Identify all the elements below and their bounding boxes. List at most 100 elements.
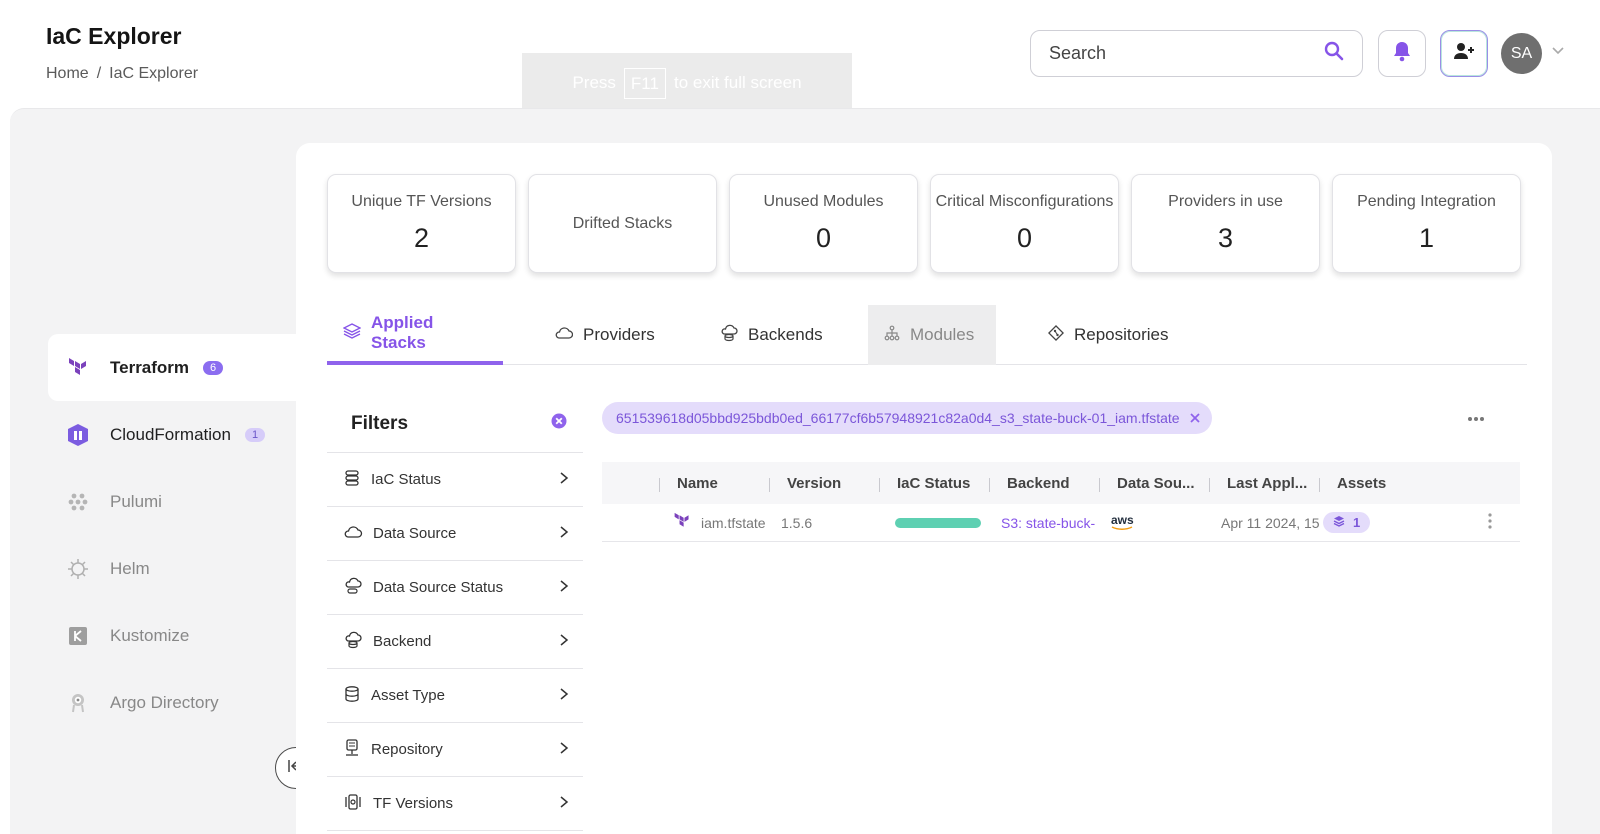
search-input[interactable] bbox=[1049, 43, 1324, 64]
cloud-icon bbox=[343, 524, 363, 544]
sidebar-item-kustomize[interactable]: Kustomize bbox=[48, 602, 296, 669]
stat-card-critical-misconfigurations[interactable]: Critical Misconfigurations 0 bbox=[930, 174, 1119, 273]
stat-label: Pending Integration bbox=[1357, 193, 1496, 210]
filter-tf-versions[interactable]: TF Versions bbox=[327, 777, 583, 831]
cloudformation-icon bbox=[66, 423, 90, 447]
column-header-assets[interactable]: Assets bbox=[1319, 475, 1459, 492]
cloud-icon bbox=[555, 325, 574, 345]
assets-pill[interactable]: 1 bbox=[1323, 512, 1371, 533]
terraform-icon bbox=[66, 356, 90, 380]
helm-icon bbox=[66, 557, 90, 581]
sidebar-item-cloudformation[interactable]: CloudFormation 1 bbox=[48, 401, 296, 468]
search-icon[interactable] bbox=[1324, 41, 1344, 66]
tab-backends[interactable]: Backends bbox=[668, 305, 868, 365]
count-badge: 1 bbox=[244, 427, 266, 442]
cell-name: iam.tfstate bbox=[659, 512, 769, 533]
sidebar-item-label: Pulumi bbox=[110, 491, 162, 511]
tab-repositories[interactable]: Repositories bbox=[996, 305, 1196, 365]
stat-card-tf-versions[interactable]: Unique TF Versions 2 bbox=[327, 174, 516, 273]
search-box bbox=[1030, 30, 1363, 77]
stat-card-providers[interactable]: Providers in use 3 bbox=[1131, 174, 1320, 273]
tab-modules[interactable]: Modules bbox=[868, 305, 996, 365]
stat-card-unused-modules[interactable]: Unused Modules 0 bbox=[729, 174, 918, 273]
filter-label: Repository bbox=[371, 741, 443, 758]
git-icon bbox=[1048, 324, 1064, 346]
chevron-right-icon bbox=[559, 633, 569, 651]
stat-label: Unused Modules bbox=[763, 193, 884, 210]
filter-label: Backend bbox=[373, 633, 432, 650]
layers-icon bbox=[342, 322, 362, 344]
close-icon[interactable] bbox=[1189, 410, 1200, 426]
toast-prefix: Press bbox=[572, 73, 616, 92]
cell-last-applied: Apr 11 2024, 15 bbox=[1221, 514, 1319, 531]
column-header-backend[interactable]: Backend bbox=[989, 475, 1099, 492]
chevron-right-icon bbox=[559, 795, 569, 813]
count-badge: 6 bbox=[203, 360, 224, 375]
tab-applied-stacks[interactable]: Applied Stacks bbox=[327, 305, 503, 365]
cell-iac-status bbox=[879, 517, 989, 528]
main-card: Unique TF Versions 2 Drifted Stacks Unus… bbox=[296, 143, 1552, 834]
filter-backend[interactable]: Backend bbox=[327, 615, 583, 669]
filter-iac-status[interactable]: IaC Status bbox=[327, 453, 583, 507]
clear-filters-icon[interactable] bbox=[551, 413, 567, 434]
stat-value: 2 bbox=[413, 223, 430, 253]
backend-link[interactable]: S3: state-buck- bbox=[1001, 515, 1095, 531]
versions-icon bbox=[343, 793, 363, 815]
chevron-right-icon bbox=[559, 687, 569, 705]
sidebar-item-label: CloudFormation bbox=[110, 424, 231, 444]
sidebar-item-helm[interactable]: Helm bbox=[48, 535, 296, 602]
tab-label: Repositories bbox=[1074, 325, 1169, 344]
fullscreen-toast: Press F11 to exit full screen bbox=[522, 53, 852, 113]
user-plus-icon bbox=[1453, 41, 1475, 66]
active-filter-chip[interactable]: 651539618d05bbd925bdb0ed_66177cf6b579489… bbox=[602, 402, 1212, 434]
filter-label: Data Source bbox=[373, 525, 457, 542]
stat-value: 0 bbox=[1016, 223, 1033, 253]
column-header-iac-status[interactable]: IaC Status bbox=[879, 475, 989, 492]
tab-label: Modules bbox=[910, 325, 975, 344]
avatar[interactable]: SA bbox=[1501, 33, 1542, 74]
column-header-name[interactable]: Name bbox=[659, 475, 769, 492]
pulumi-icon bbox=[66, 490, 90, 514]
row-menu-icon[interactable] bbox=[1487, 513, 1492, 532]
add-user-button[interactable] bbox=[1440, 30, 1488, 77]
more-options-icon[interactable] bbox=[1467, 409, 1485, 425]
cell-data-source: aws bbox=[1099, 514, 1209, 531]
stat-value: 3 bbox=[1217, 223, 1234, 253]
table-row[interactable]: iam.tfstate 1.5.6 S3: state-buck- aws Ap… bbox=[602, 504, 1520, 542]
sidebar-item-argo[interactable]: Argo Directory bbox=[48, 669, 296, 736]
column-header-version[interactable]: Version bbox=[769, 475, 879, 492]
chevron-right-icon bbox=[559, 525, 569, 543]
chevron-right-icon bbox=[559, 741, 569, 759]
hierarchy-icon bbox=[884, 325, 900, 346]
breadcrumb-home[interactable]: Home bbox=[46, 65, 89, 83]
filter-repository[interactable]: Repository bbox=[327, 723, 583, 777]
filter-label: Asset Type bbox=[371, 687, 445, 704]
filter-asset-type[interactable]: Asset Type bbox=[327, 669, 583, 723]
chevron-right-icon bbox=[559, 579, 569, 597]
stat-value: 1 bbox=[1418, 223, 1435, 253]
tab-bar: Applied Stacks Providers Backends Module… bbox=[327, 305, 1527, 365]
assets-count: 1 bbox=[1353, 515, 1361, 530]
stat-card-pending-integration[interactable]: Pending Integration 1 bbox=[1332, 174, 1521, 273]
tab-providers[interactable]: Providers bbox=[503, 305, 668, 365]
toast-key: F11 bbox=[623, 67, 666, 99]
aws-icon: aws bbox=[1111, 514, 1134, 531]
stack-name[interactable]: iam.tfstate bbox=[701, 515, 766, 531]
sidebar-item-terraform[interactable]: Terraform 6 bbox=[48, 334, 296, 401]
filter-data-source[interactable]: Data Source bbox=[327, 507, 583, 561]
toast-suffix: to exit full screen bbox=[673, 73, 802, 92]
chevron-down-icon[interactable] bbox=[1551, 43, 1565, 61]
column-header-data-source[interactable]: Data Sou... bbox=[1099, 475, 1209, 492]
stat-label: Critical Misconfigurations bbox=[935, 193, 1114, 210]
layers-icon bbox=[1333, 515, 1345, 530]
stat-card-drifted-stacks[interactable]: Drifted Stacks bbox=[528, 174, 717, 273]
sidebar-item-pulumi[interactable]: Pulumi bbox=[48, 468, 296, 535]
filters-panel: Filters IaC Status Data Source Data Sour… bbox=[327, 395, 583, 831]
database-icon bbox=[343, 685, 361, 707]
tab-label: Providers bbox=[583, 325, 655, 344]
filter-data-source-status[interactable]: Data Source Status bbox=[327, 561, 583, 615]
notifications-button[interactable] bbox=[1378, 30, 1426, 77]
repository-icon bbox=[343, 738, 361, 761]
column-header-last-applied[interactable]: Last Appl... bbox=[1209, 475, 1319, 492]
sidebar-item-label: Helm bbox=[110, 558, 150, 578]
